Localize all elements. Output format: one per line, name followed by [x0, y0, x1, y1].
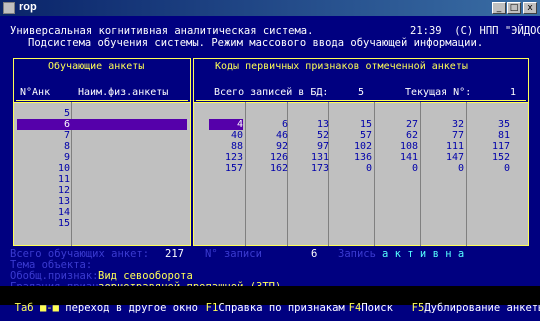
header-divider: [16, 100, 188, 101]
hint-f1-text: Справка по признакам: [218, 302, 345, 314]
feature-code-cell[interactable]: 0: [340, 163, 372, 174]
feature-code-cell[interactable]: 97: [297, 141, 329, 152]
console-area: Универсальная когнитивная аналитическая …: [0, 16, 540, 321]
feature-code-cell[interactable]: 4: [211, 119, 243, 130]
record-state-label: Запись: [338, 248, 376, 260]
feature-code-cell[interactable]: 46: [256, 130, 288, 141]
grid-column-divider: [466, 102, 467, 246]
grid-column-divider: [420, 102, 421, 246]
feature-code-cell[interactable]: 173: [297, 163, 329, 174]
feature-code-cell[interactable]: 40: [211, 130, 243, 141]
all-questionnaires-value: 217: [165, 248, 184, 260]
record-state-value: а к т и в н а: [382, 248, 465, 260]
questionnaire-row-number[interactable]: 15: [42, 218, 70, 229]
feature-code-cell[interactable]: 102: [340, 141, 372, 152]
feature-code-cell[interactable]: 0: [432, 163, 464, 174]
col-number-header: N°Анк: [20, 87, 51, 98]
current-record-value: 1: [510, 87, 517, 98]
questionnaires-panel-title: Обучающие анкеты: [48, 61, 145, 72]
hint-f1[interactable]: F1Справка по признакам: [193, 290, 345, 314]
questionnaire-row-number[interactable]: 10: [42, 163, 70, 174]
feature-code-cell[interactable]: 147: [432, 152, 464, 163]
hint-tab[interactable]: Таб ■-■ переход в другое окно: [2, 290, 204, 314]
hint-f5[interactable]: F5Дублирование анкеты: [399, 290, 540, 314]
questionnaire-row-number[interactable]: 6: [42, 119, 70, 130]
feature-code-cell[interactable]: 152: [478, 152, 510, 163]
feature-code-cell[interactable]: 57: [340, 130, 372, 141]
maximize-button[interactable]: □: [507, 2, 521, 14]
feature-code-cell[interactable]: 13: [297, 119, 329, 130]
close-button[interactable]: x: [523, 2, 537, 14]
feature-code-cell[interactable]: 92: [256, 141, 288, 152]
hint-f1-key: F1: [205, 302, 219, 314]
feature-code-cell[interactable]: 35: [478, 119, 510, 130]
codes-header-divider: [196, 100, 526, 101]
feature-code-cell[interactable]: 52: [297, 130, 329, 141]
app-icon: [3, 2, 15, 14]
feature-code-cell[interactable]: 141: [386, 152, 418, 163]
clock-copyright: 21:39 (C) НПП "ЭЙДОС": [410, 25, 540, 37]
total-records-label: Всего записей в БД:: [214, 87, 329, 98]
col-name-header: Наим.физ.анкеты: [78, 87, 169, 98]
hint-f5-text: Дублирование анкеты: [424, 302, 540, 314]
feature-code-cell[interactable]: 136: [340, 152, 372, 163]
questionnaire-row-number[interactable]: 7: [42, 130, 70, 141]
feature-codes-panel-title: Коды первичных признаков отмеченной анке…: [215, 61, 468, 72]
questionnaire-row-number[interactable]: 5: [42, 108, 70, 119]
feature-code-cell[interactable]: 32: [432, 119, 464, 130]
feature-code-cell[interactable]: 6: [256, 119, 288, 130]
total-records-value: 5: [358, 87, 365, 98]
feature-code-cell[interactable]: 0: [386, 163, 418, 174]
window-titlebar[interactable]: rop _ □ x: [0, 0, 540, 16]
feature-code-cell[interactable]: 131: [297, 152, 329, 163]
hint-f5-key: F5: [411, 302, 425, 314]
questionnaire-row-number[interactable]: 9: [42, 152, 70, 163]
hint-tab-text: переход в другое окно: [58, 302, 205, 314]
hint-f4[interactable]: F4Поиск: [336, 290, 393, 314]
questionnaire-row-number[interactable]: 11: [42, 174, 70, 185]
feature-code-cell[interactable]: 117: [478, 141, 510, 152]
hint-tab-key: Таб ■-■: [14, 302, 59, 314]
minimize-button[interactable]: _: [492, 2, 506, 14]
window-title: rop: [19, 1, 37, 13]
questionnaire-row-number[interactable]: 14: [42, 207, 70, 218]
grid-column-divider: [245, 102, 246, 246]
feature-code-cell[interactable]: 123: [211, 152, 243, 163]
grid-column-divider: [374, 102, 375, 246]
hint-f4-text: Поиск: [361, 302, 393, 314]
feature-code-cell[interactable]: 157: [211, 163, 243, 174]
record-number-value: 6: [311, 248, 318, 260]
questionnaire-row-number[interactable]: 8: [42, 141, 70, 152]
feature-code-cell[interactable]: 111: [432, 141, 464, 152]
system-title: Универсальная когнитивная аналитическая …: [10, 25, 314, 37]
hint-f4-key: F4: [348, 302, 362, 314]
feature-code-cell[interactable]: 77: [432, 130, 464, 141]
feature-code-cell[interactable]: 27: [386, 119, 418, 130]
feature-code-cell[interactable]: 81: [478, 130, 510, 141]
feature-code-cell[interactable]: 15: [340, 119, 372, 130]
current-record-label: Текущая N°:: [405, 87, 472, 98]
record-number-label: N° записи: [205, 248, 262, 260]
feature-code-cell[interactable]: 126: [256, 152, 288, 163]
feature-code-cell[interactable]: 62: [386, 130, 418, 141]
feature-code-cell[interactable]: 108: [386, 141, 418, 152]
feature-code-cell[interactable]: 88: [211, 141, 243, 152]
feature-code-cell[interactable]: 0: [478, 163, 510, 174]
subsystem-title: Подсистема обучения системы. Режим массо…: [28, 37, 484, 49]
questionnaire-row-number[interactable]: 12: [42, 185, 70, 196]
feature-code-cell[interactable]: 162: [256, 163, 288, 174]
questionnaire-row-number[interactable]: 13: [42, 196, 70, 207]
